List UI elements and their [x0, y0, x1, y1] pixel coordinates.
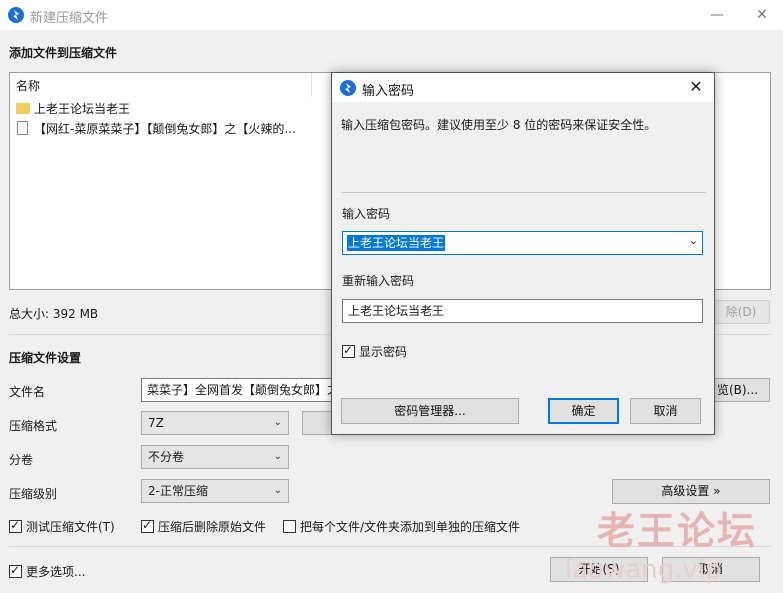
divider	[341, 192, 706, 193]
split-select-value: 不分卷	[148, 450, 185, 464]
delete-source-checkbox[interactable]: ✓ 压缩后删除原始文件	[141, 518, 266, 535]
chevron-down-icon[interactable]: ⌄	[689, 234, 698, 247]
settings-heading: 压缩文件设置	[9, 351, 82, 365]
remove-button[interactable]: 除(D)	[712, 300, 770, 324]
checkbox-unchecked[interactable]	[283, 520, 296, 533]
show-password-checkbox[interactable]: ✓ 显示密码	[342, 343, 407, 360]
level-select[interactable]: 2-正常压缩 ⌄	[141, 479, 289, 503]
chevron-down-icon: ⌄	[273, 485, 282, 496]
list-item-label: 上老王论坛当老王	[34, 102, 131, 116]
format-select[interactable]: 7Z ⌄	[141, 411, 289, 435]
watermark-text: 老王论坛	[597, 509, 758, 553]
list-item-label: 【网红-菜原菜菜子】【颠倒兔女郎】之【火辣的...	[34, 122, 296, 136]
title-bar: 新建压缩文件 — ✕	[0, 0, 783, 30]
test-archive-label: 测试压缩文件(T)	[26, 520, 115, 534]
format-select-value: 7Z	[148, 416, 164, 430]
more-options-label: 更多选项...	[26, 565, 86, 579]
more-options-checkbox[interactable]: ✓ 更多选项...	[9, 563, 85, 580]
separate-archives-checkbox[interactable]: 把每个文件/文件夹添加到单独的压缩文件	[283, 518, 520, 535]
app-logo-icon	[8, 7, 24, 23]
column-header-name[interactable]: 名称	[10, 73, 312, 97]
level-select-value: 2-正常压缩	[148, 484, 208, 498]
app-logo-icon	[340, 80, 356, 96]
browse-button[interactable]: 览(B)...	[712, 378, 770, 402]
checkbox-checked[interactable]: ✓	[9, 518, 22, 533]
watermark-url: laowang.vip	[565, 555, 722, 585]
format-label: 压缩格式	[9, 419, 58, 433]
password-label: 输入密码	[342, 207, 391, 221]
dialog-cancel-button[interactable]: 取消	[630, 398, 701, 424]
total-size: 总大小: 392 MB	[9, 307, 99, 321]
list-item[interactable]: 上老王论坛当老王	[16, 99, 316, 119]
password-dialog: 输入密码 ✕ 输入压缩包密码。建议使用至少 8 位的密码来保证安全性。 输入密码…	[331, 72, 715, 435]
reenter-password-label: 重新输入密码	[342, 274, 415, 288]
split-label: 分卷	[9, 453, 34, 467]
format-options-button[interactable]	[302, 411, 333, 435]
checkbox-checked[interactable]: ✓	[9, 563, 22, 578]
chevron-down-icon: ⌄	[273, 451, 282, 462]
checkbox-checked[interactable]: ✓	[141, 518, 154, 533]
test-archive-checkbox[interactable]: ✓ 测试压缩文件(T)	[9, 518, 115, 535]
reenter-password-input[interactable]: 上老王论坛当老王	[342, 299, 703, 323]
close-icon[interactable]: ✕	[748, 2, 776, 28]
password-manager-button[interactable]: 密码管理器...	[341, 398, 519, 424]
add-files-heading: 添加文件到压缩文件	[9, 46, 118, 60]
close-icon[interactable]: ✕	[684, 76, 708, 98]
minimize-icon[interactable]: —	[703, 2, 731, 28]
window-title: 新建压缩文件	[30, 11, 109, 26]
dialog-instruction: 输入压缩包密码。建议使用至少 8 位的密码来保证安全性。	[341, 118, 657, 132]
password-input-value: 上老王论坛当老王	[347, 235, 446, 251]
delete-source-label: 压缩后删除原始文件	[158, 520, 267, 534]
separate-archives-label: 把每个文件/文件夹添加到单独的压缩文件	[300, 520, 521, 534]
checkbox-checked[interactable]: ✓	[342, 343, 355, 358]
folder-icon	[16, 103, 30, 114]
ok-button[interactable]: 确定	[548, 398, 619, 424]
dialog-title: 输入密码	[362, 84, 415, 99]
password-input[interactable]: 上老王论坛当老王 ⌄	[342, 231, 703, 255]
filename-label: 文件名	[9, 385, 46, 399]
chevron-down-icon: ⌄	[273, 417, 282, 428]
dialog-title-bar: 输入密码 ✕	[332, 73, 714, 102]
document-icon	[17, 121, 28, 135]
show-password-label: 显示密码	[359, 345, 408, 359]
split-select[interactable]: 不分卷 ⌄	[141, 445, 289, 469]
filename-field[interactable]: 菜菜子】全网首发【颠倒兔女郎】之	[141, 378, 333, 402]
level-label: 压缩级别	[9, 487, 58, 501]
list-item[interactable]: 【网红-菜原菜菜子】【颠倒兔女郎】之【火辣的...	[16, 119, 316, 139]
